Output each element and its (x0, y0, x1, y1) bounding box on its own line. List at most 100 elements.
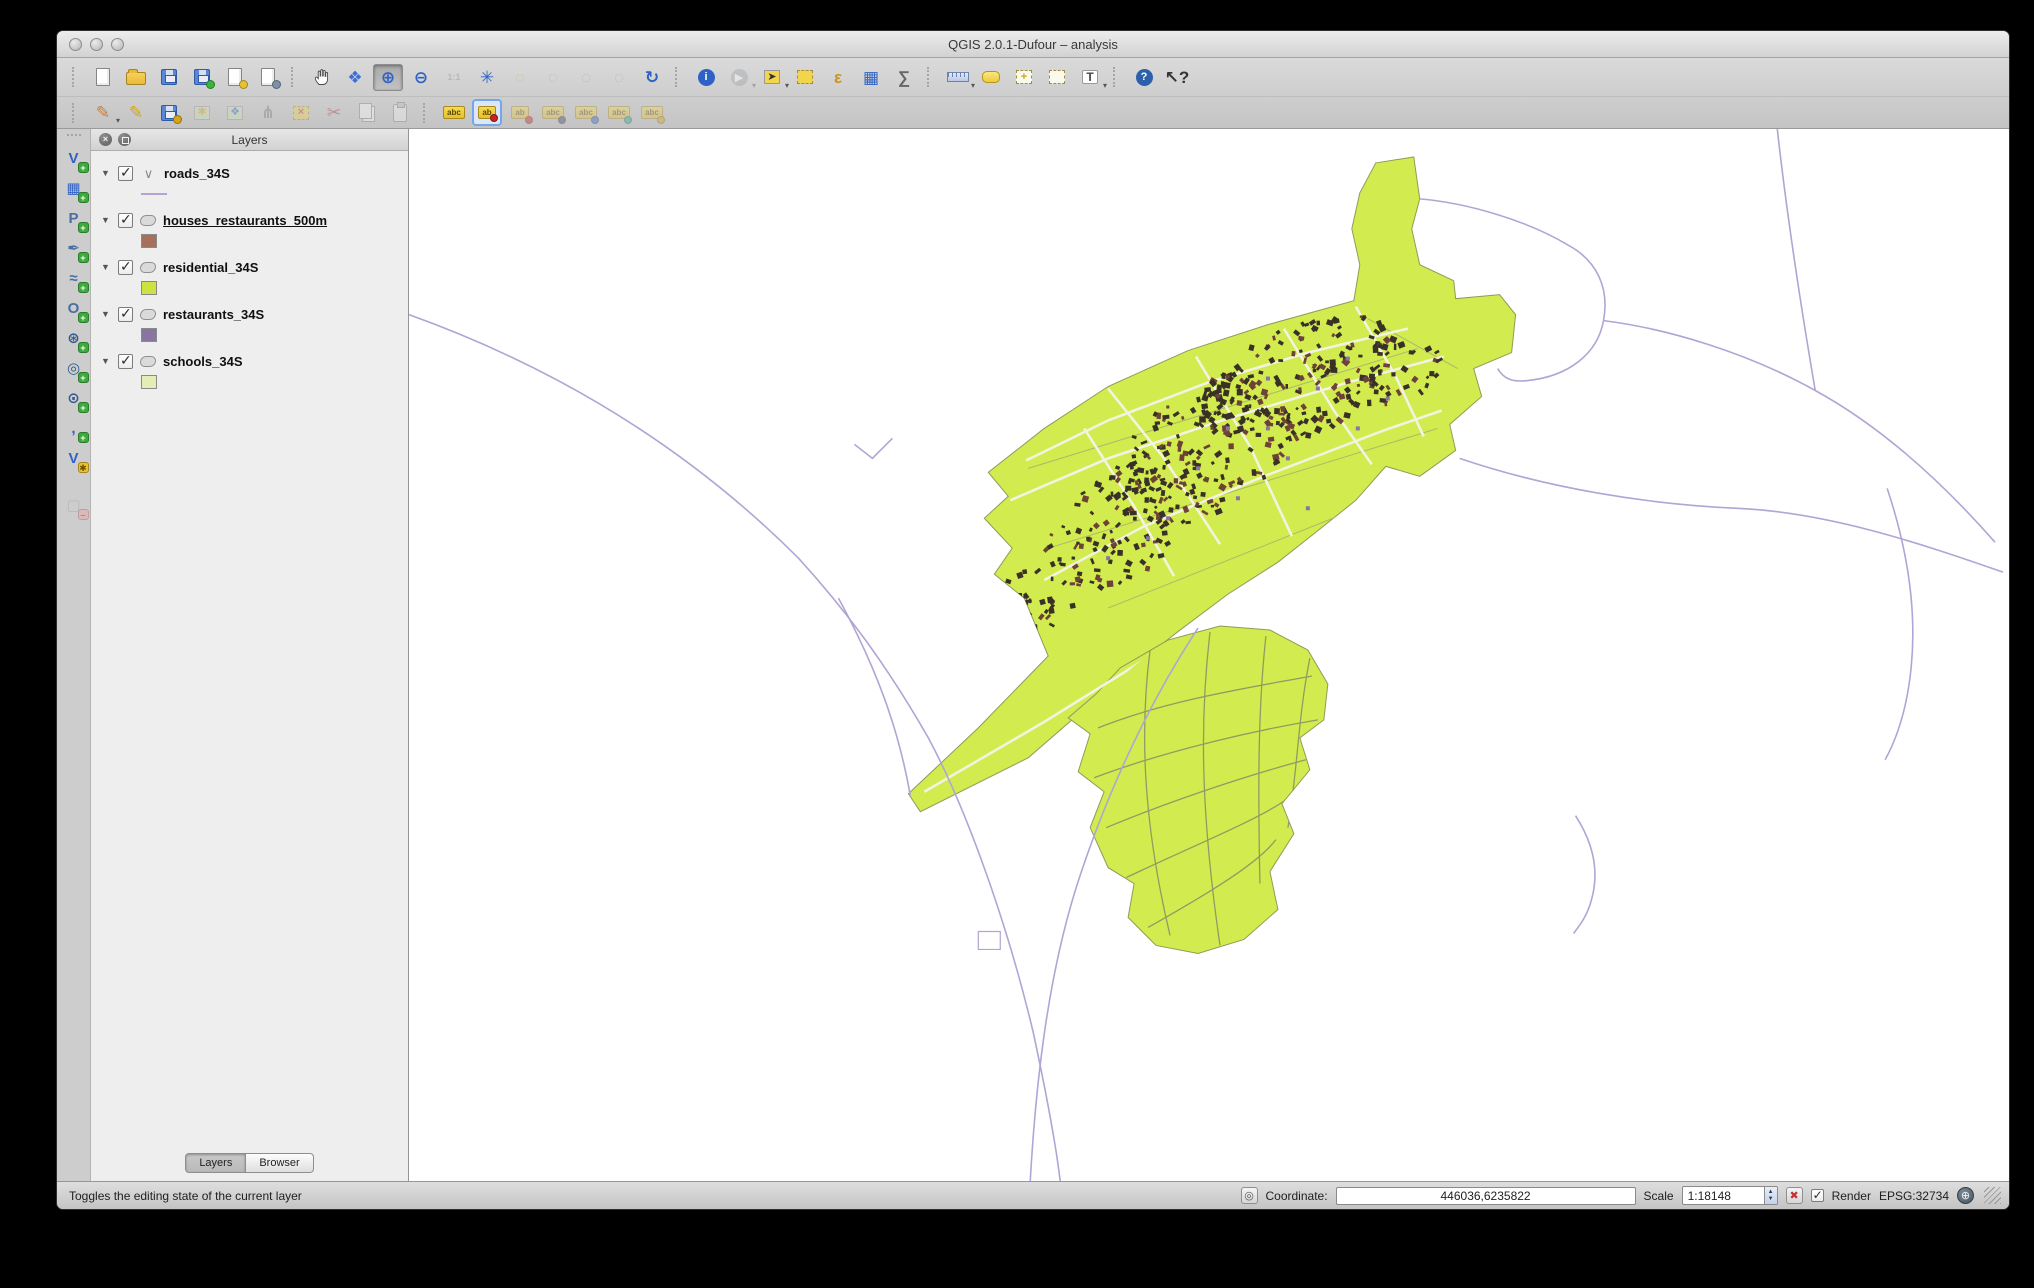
select-features[interactable]: ➤ (757, 64, 787, 91)
layer-visibility-checkbox[interactable] (118, 213, 133, 228)
crs-status-icon[interactable]: ⊕ (1957, 1187, 1974, 1204)
panel-float-button[interactable] (118, 133, 131, 146)
new-shapefile-layer[interactable]: V✱ (60, 445, 88, 472)
add-delimited-text-layer[interactable]: ,+ (60, 415, 88, 442)
render-checkbox[interactable] (1811, 1189, 1824, 1202)
refresh-map-icon: ↻ (645, 69, 659, 86)
add-feature-icon: ✱ (194, 106, 210, 120)
layer-visibility-checkbox[interactable] (118, 260, 133, 275)
add-wms-layer[interactable]: ⊛+ (60, 325, 88, 352)
layer-label[interactable]: houses_restaurants_500m (163, 213, 327, 228)
save-project[interactable] (154, 64, 184, 91)
measure-icon (947, 72, 969, 82)
tab-layers[interactable]: Layers (185, 1153, 246, 1173)
add-vector-layer[interactable]: V+ (60, 145, 88, 172)
polygon-geometry-icon (140, 215, 156, 226)
layer-row-restaurants_34S[interactable]: ▼ restaurants_34S (91, 302, 408, 326)
add-oracle-layer[interactable]: O+ (60, 295, 88, 322)
layer-visibility-checkbox[interactable] (118, 307, 133, 322)
layer-label[interactable]: roads_34S (164, 166, 230, 181)
expander-icon[interactable]: ▼ (101, 168, 111, 178)
select-features-icon: ➤ (764, 70, 780, 84)
layer-visibility-checkbox[interactable] (118, 354, 133, 369)
zoom-in[interactable]: ⊕ (373, 64, 403, 91)
layer-row-residential_34S[interactable]: ▼ residential_34S (91, 255, 408, 279)
help[interactable]: ? (1129, 64, 1159, 91)
stop-rendering-icon[interactable]: ✖ (1786, 1187, 1803, 1204)
add-wfs-layer[interactable]: ⊙+ (60, 385, 88, 412)
add-wcs-layer[interactable]: ◎+ (60, 355, 88, 382)
extents-toggle-icon[interactable]: ◎ (1241, 1187, 1258, 1204)
rail-handle (67, 134, 81, 140)
new-bookmark[interactable]: + (1009, 64, 1039, 91)
add-mssql-layer[interactable]: ≈+ (60, 265, 88, 292)
minimize-button[interactable] (90, 38, 103, 51)
copy-features-icon (359, 103, 372, 119)
remove-layer-badge: – (78, 509, 89, 520)
select-by-expression-icon: ε (834, 69, 842, 86)
composer-manager[interactable] (253, 64, 283, 91)
label-settings[interactable]: abc (439, 99, 469, 126)
map-svg (409, 129, 2009, 1181)
pin-labels[interactable]: ab (472, 99, 502, 126)
add-mssql-layer-icon: ≈ (69, 271, 77, 286)
field-calculator[interactable]: ∑ (889, 64, 919, 91)
layer-row-roads_34S[interactable]: ▼∨roads_34S (91, 161, 408, 185)
render-label: Render (1832, 1189, 1871, 1203)
remove-layer: ▢– (60, 492, 88, 519)
toolbar-separator (423, 103, 431, 123)
resize-grip-icon[interactable] (1984, 1187, 2001, 1204)
run-feature-action-icon: ▶ (731, 69, 748, 86)
save-project-as[interactable] (187, 64, 217, 91)
refresh-map[interactable]: ↻ (637, 64, 667, 91)
map-tips[interactable] (976, 64, 1006, 91)
map-canvas[interactable] (409, 129, 2009, 1181)
close-button[interactable] (69, 38, 82, 51)
expander-icon[interactable]: ▼ (101, 262, 111, 272)
layer-swatch (141, 375, 157, 389)
deselect-features[interactable] (790, 64, 820, 91)
zoom-to-selection: ◌ (505, 64, 535, 91)
new-print-composer[interactable] (220, 64, 250, 91)
expander-icon[interactable]: ▼ (101, 309, 111, 319)
new-project[interactable] (88, 64, 118, 91)
layer-row-houses_restaurants_500m[interactable]: ▼ houses_restaurants_500m (91, 208, 408, 232)
save-layer-edits[interactable] (154, 99, 184, 126)
open-attribute-table[interactable]: ▦ (856, 64, 886, 91)
expander-icon[interactable]: ▼ (101, 215, 111, 225)
open-project[interactable] (121, 64, 151, 91)
show-bookmarks[interactable] (1042, 64, 1072, 91)
scale-combo[interactable]: 1:18148 ▲▼ (1682, 1186, 1778, 1205)
whats-this[interactable]: ↖? (1162, 64, 1192, 91)
panel-close-button[interactable]: × (99, 133, 112, 146)
scale-spinner[interactable]: ▲▼ (1764, 1187, 1777, 1204)
layer-visibility-checkbox[interactable] (118, 166, 133, 181)
move-label-marker (591, 116, 599, 124)
pan-to-selection[interactable]: ❖ (340, 64, 370, 91)
zoom-window-button[interactable] (111, 38, 124, 51)
layer-label[interactable]: residential_34S (163, 260, 258, 275)
layer-label[interactable]: restaurants_34S (163, 307, 264, 322)
add-raster-layer[interactable]: ▦+ (60, 175, 88, 202)
identify-features[interactable]: i (691, 64, 721, 91)
titlebar[interactable]: QGIS 2.0.1-Dufour – analysis (57, 31, 2009, 58)
text-annotation[interactable]: T (1075, 64, 1105, 91)
measure[interactable] (943, 64, 973, 91)
zoom-full-extent[interactable]: ✳ (472, 64, 502, 91)
tab-browser[interactable]: Browser (246, 1153, 313, 1173)
pan-map[interactable] (307, 64, 337, 91)
layer-label[interactable]: schools_34S (163, 354, 243, 369)
current-edits[interactable]: ✎ (88, 99, 118, 126)
layer-row-schools_34S[interactable]: ▼ schools_34S (91, 349, 408, 373)
new-bookmark-icon: + (1016, 70, 1032, 84)
coordinate-input[interactable] (1336, 1187, 1636, 1205)
zoom-out[interactable]: ⊖ (406, 64, 436, 91)
select-by-expression[interactable]: ε (823, 64, 853, 91)
toggle-editing[interactable]: ✎ (121, 99, 151, 126)
expander-icon[interactable]: ▼ (101, 356, 111, 366)
add-postgis-layer[interactable]: P+ (60, 205, 88, 232)
open-project-icon (126, 72, 146, 85)
show-bookmarks-icon (1049, 70, 1065, 84)
add-spatialite-layer[interactable]: ✒+ (60, 235, 88, 262)
polygon-geometry-icon (140, 356, 156, 367)
